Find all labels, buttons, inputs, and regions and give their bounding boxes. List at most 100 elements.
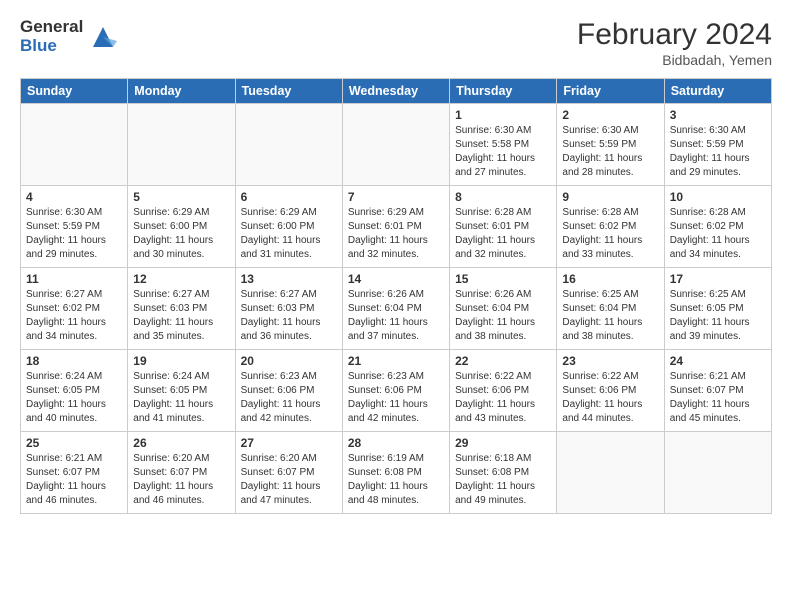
day-info: Sunrise: 6:20 AMSunset: 6:07 PMDaylight:…: [241, 453, 321, 506]
calendar-week-row: 4 Sunrise: 6:30 AMSunset: 5:59 PMDaylight…: [21, 186, 772, 268]
table-row: 26 Sunrise: 6:20 AMSunset: 6:07 PMDayligh…: [128, 432, 235, 514]
calendar-week-row: 11 Sunrise: 6:27 AMSunset: 6:02 PMDayligh…: [21, 268, 772, 350]
day-number: 7: [348, 190, 444, 204]
day-info: Sunrise: 6:27 AMSunset: 6:03 PMDaylight:…: [241, 289, 321, 342]
table-row: 16 Sunrise: 6:25 AMSunset: 6:04 PMDayligh…: [557, 268, 664, 350]
day-number: 26: [133, 436, 229, 450]
table-row: 24Sunrise: 6:21 AMSunset: 6:07 PMDayligh…: [664, 350, 771, 432]
day-info: Sunrise: 6:29 AMSunset: 6:01 PMDaylight:…: [348, 207, 428, 260]
day-info: Sunrise: 6:21 AMSunset: 6:07 PMDaylight:…: [26, 453, 106, 506]
logo: General Blue: [20, 18, 117, 55]
table-row: 4 Sunrise: 6:30 AMSunset: 5:59 PMDaylight…: [21, 186, 128, 268]
table-row: 17 Sunrise: 6:25 AMSunset: 6:05 PMDayligh…: [664, 268, 771, 350]
table-row: 27 Sunrise: 6:20 AMSunset: 6:07 PMDayligh…: [235, 432, 342, 514]
day-info: Sunrise: 6:25 AMSunset: 6:05 PMDaylight:…: [670, 289, 750, 342]
day-number: 4: [26, 190, 122, 204]
calendar-week-row: 25 Sunrise: 6:21 AMSunset: 6:07 PMDayligh…: [21, 432, 772, 514]
table-row: 22 Sunrise: 6:22 AMSunset: 6:06 PMDayligh…: [450, 350, 557, 432]
table-row: 5Sunrise: 6:29 AMSunset: 6:00 PMDaylight…: [128, 186, 235, 268]
day-number: 28: [348, 436, 444, 450]
day-number: 11: [26, 272, 122, 286]
day-number: 25: [26, 436, 122, 450]
logo-blue-text: Blue: [20, 37, 83, 56]
day-info: Sunrise: 6:18 AMSunset: 6:08 PMDaylight:…: [455, 453, 535, 506]
table-row: 7 Sunrise: 6:29 AMSunset: 6:01 PMDaylight…: [342, 186, 449, 268]
day-info: Sunrise: 6:30 AMSunset: 5:59 PMDaylight:…: [670, 125, 750, 178]
day-number: 13: [241, 272, 337, 286]
header-monday: Monday: [128, 79, 235, 104]
day-number: 6: [241, 190, 337, 204]
day-info: Sunrise: 6:30 AMSunset: 5:59 PMDaylight:…: [26, 207, 106, 260]
table-row: 8 Sunrise: 6:28 AMSunset: 6:01 PMDaylight…: [450, 186, 557, 268]
day-info: Sunrise: 6:24 AMSunset: 6:05 PMDaylight:…: [133, 371, 213, 424]
day-number: 20: [241, 354, 337, 368]
table-row: 1 Sunrise: 6:30 AMSunset: 5:58 PMDaylight…: [450, 104, 557, 186]
table-row: 10 Sunrise: 6:28 AMSunset: 6:02 PMDayligh…: [664, 186, 771, 268]
table-row: 14 Sunrise: 6:26 AMSunset: 6:04 PMDayligh…: [342, 268, 449, 350]
header-wednesday: Wednesday: [342, 79, 449, 104]
day-number: 12: [133, 272, 229, 286]
day-number: 5: [133, 190, 229, 204]
day-info: Sunrise: 6:28 AMSunset: 6:01 PMDaylight:…: [455, 207, 535, 260]
day-info: Sunrise: 6:27 AMSunset: 6:03 PMDaylight:…: [133, 289, 213, 342]
table-row: [342, 104, 449, 186]
day-info: Sunrise: 6:29 AMSunset: 6:00 PMDaylight:…: [241, 207, 321, 260]
month-year: February 2024: [577, 18, 772, 52]
day-number: 18: [26, 354, 122, 368]
title-block: February 2024 Bidbadah, Yemen: [577, 18, 772, 68]
location: Bidbadah, Yemen: [577, 52, 772, 68]
header-friday: Friday: [557, 79, 664, 104]
calendar-week-row: 18 Sunrise: 6:24 AMSunset: 6:05 PMDayligh…: [21, 350, 772, 432]
day-number: 27: [241, 436, 337, 450]
table-row: [128, 104, 235, 186]
table-row: 29 Sunrise: 6:18 AMSunset: 6:08 PMDayligh…: [450, 432, 557, 514]
day-info: Sunrise: 6:22 AMSunset: 6:06 PMDaylight:…: [455, 371, 535, 424]
calendar-week-row: 1 Sunrise: 6:30 AMSunset: 5:58 PMDaylight…: [21, 104, 772, 186]
table-row: 2Sunrise: 6:30 AMSunset: 5:59 PMDaylight…: [557, 104, 664, 186]
table-row: 25 Sunrise: 6:21 AMSunset: 6:07 PMDayligh…: [21, 432, 128, 514]
day-number: 8: [455, 190, 551, 204]
table-row: 21Sunrise: 6:23 AMSunset: 6:06 PMDayligh…: [342, 350, 449, 432]
day-number: 23: [562, 354, 658, 368]
table-row: 20Sunrise: 6:23 AMSunset: 6:06 PMDayligh…: [235, 350, 342, 432]
day-number: 9: [562, 190, 658, 204]
day-info: Sunrise: 6:28 AMSunset: 6:02 PMDaylight:…: [670, 207, 750, 260]
calendar-header-row: Sunday Monday Tuesday Wednesday Thursday…: [21, 79, 772, 104]
table-row: [557, 432, 664, 514]
calendar-table: Sunday Monday Tuesday Wednesday Thursday…: [20, 78, 772, 514]
logo-icon: [89, 23, 117, 51]
table-row: 28 Sunrise: 6:19 AMSunset: 6:08 PMDayligh…: [342, 432, 449, 514]
table-row: 18 Sunrise: 6:24 AMSunset: 6:05 PMDayligh…: [21, 350, 128, 432]
page: General Blue February 2024 Bidbadah, Yem…: [0, 0, 792, 612]
day-info: Sunrise: 6:25 AMSunset: 6:04 PMDaylight:…: [562, 289, 642, 342]
day-info: Sunrise: 6:21 AMSunset: 6:07 PMDaylight:…: [670, 371, 750, 424]
header-tuesday: Tuesday: [235, 79, 342, 104]
table-row: 6 Sunrise: 6:29 AMSunset: 6:00 PMDaylight…: [235, 186, 342, 268]
logo-text: General Blue: [20, 18, 83, 55]
day-info: Sunrise: 6:19 AMSunset: 6:08 PMDaylight:…: [348, 453, 428, 506]
day-number: 10: [670, 190, 766, 204]
day-number: 1: [455, 108, 551, 122]
day-number: 22: [455, 354, 551, 368]
logo-general-text: General: [20, 18, 83, 37]
table-row: [664, 432, 771, 514]
table-row: 12 Sunrise: 6:27 AMSunset: 6:03 PMDayligh…: [128, 268, 235, 350]
day-info: Sunrise: 6:24 AMSunset: 6:05 PMDaylight:…: [26, 371, 106, 424]
day-info: Sunrise: 6:22 AMSunset: 6:06 PMDaylight:…: [562, 371, 642, 424]
day-info: Sunrise: 6:27 AMSunset: 6:02 PMDaylight:…: [26, 289, 106, 342]
day-info: Sunrise: 6:30 AMSunset: 5:59 PMDaylight:…: [562, 125, 642, 178]
table-row: 11 Sunrise: 6:27 AMSunset: 6:02 PMDayligh…: [21, 268, 128, 350]
header-thursday: Thursday: [450, 79, 557, 104]
day-info: Sunrise: 6:30 AMSunset: 5:58 PMDaylight:…: [455, 125, 535, 178]
day-number: 29: [455, 436, 551, 450]
day-number: 15: [455, 272, 551, 286]
day-info: Sunrise: 6:26 AMSunset: 6:04 PMDaylight:…: [348, 289, 428, 342]
day-number: 14: [348, 272, 444, 286]
day-number: 17: [670, 272, 766, 286]
day-number: 3: [670, 108, 766, 122]
day-info: Sunrise: 6:20 AMSunset: 6:07 PMDaylight:…: [133, 453, 213, 506]
day-number: 16: [562, 272, 658, 286]
day-number: 21: [348, 354, 444, 368]
table-row: 13 Sunrise: 6:27 AMSunset: 6:03 PMDayligh…: [235, 268, 342, 350]
table-row: [21, 104, 128, 186]
